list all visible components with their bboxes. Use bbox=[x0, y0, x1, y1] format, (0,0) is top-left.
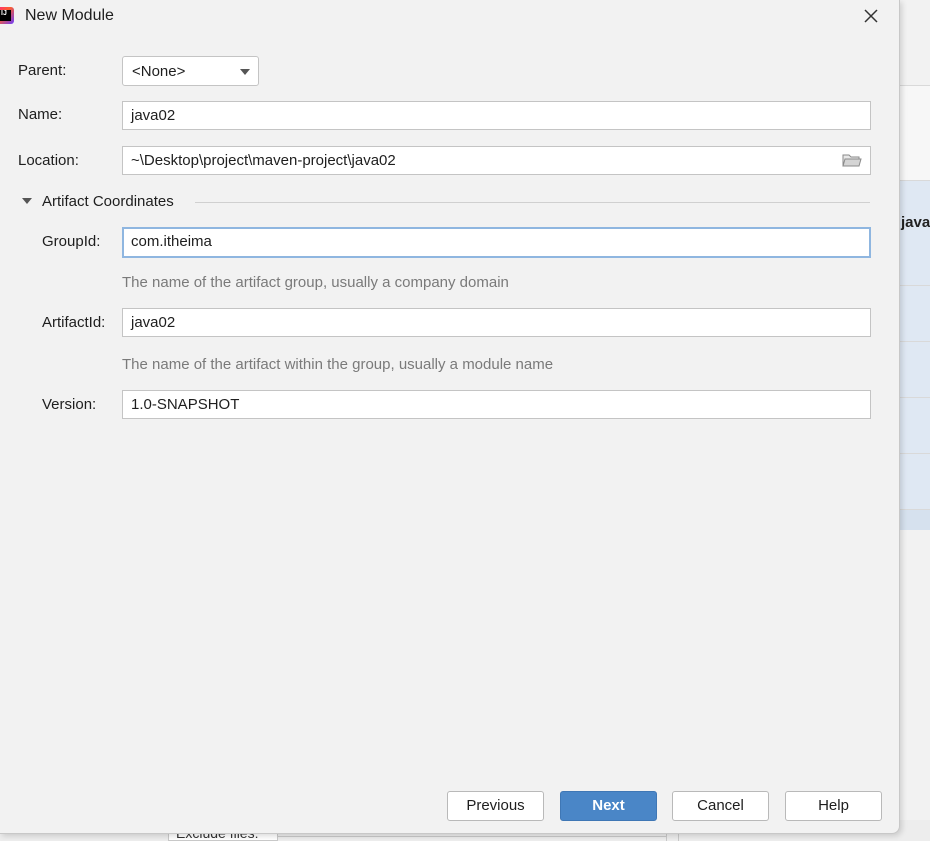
location-label: Location: bbox=[18, 152, 79, 169]
background-selected-row bbox=[900, 180, 930, 286]
help-button[interactable]: Help bbox=[785, 791, 882, 821]
artifactid-label: ArtifactId: bbox=[42, 314, 106, 331]
background-row-edge bbox=[900, 509, 930, 530]
triangle-down-icon bbox=[22, 198, 32, 204]
version-input[interactable]: 1.0-SNAPSHOT bbox=[122, 390, 871, 419]
location-value: ~\Desktop\project\maven-project\java02 bbox=[131, 152, 396, 169]
background-partial-text: java bbox=[901, 214, 930, 231]
window-title: New Module bbox=[25, 7, 114, 24]
section-divider bbox=[195, 202, 870, 203]
next-button[interactable]: Next bbox=[560, 791, 657, 821]
background-selected-row bbox=[900, 453, 930, 510]
groupid-label: GroupId: bbox=[42, 233, 101, 250]
name-input[interactable]: java02 bbox=[122, 101, 871, 130]
version-label: Version: bbox=[42, 396, 97, 413]
intellij-idea-icon: IJ bbox=[0, 7, 14, 24]
artifactid-hint: The name of the artifact within the grou… bbox=[122, 356, 554, 373]
background-selected-row bbox=[900, 285, 930, 342]
new-module-dialog: IJ New Module Parent: <None> Name: java0… bbox=[0, 0, 900, 834]
background-divider bbox=[278, 836, 666, 837]
folder-icon bbox=[842, 154, 862, 167]
name-label: Name: bbox=[18, 106, 63, 123]
title-bar[interactable]: IJ New Module bbox=[0, 0, 899, 34]
chevron-down-icon bbox=[240, 69, 250, 75]
background-selected-row bbox=[900, 341, 930, 398]
browse-folder-button[interactable] bbox=[842, 152, 864, 170]
cancel-button[interactable]: Cancel bbox=[672, 791, 769, 821]
close-button[interactable] bbox=[856, 2, 886, 30]
groupid-hint: The name of the artifact group, usually … bbox=[122, 274, 509, 291]
parent-label: Parent: bbox=[18, 62, 67, 79]
previous-button[interactable]: Previous bbox=[447, 791, 544, 821]
artifactid-input[interactable]: java02 bbox=[122, 308, 871, 337]
parent-selected-value: <None> bbox=[132, 63, 186, 80]
close-icon bbox=[864, 9, 878, 23]
artifact-coordinates-toggle[interactable]: Artifact Coordinates bbox=[18, 192, 870, 212]
location-input[interactable]: ~\Desktop\project\maven-project\java02 bbox=[122, 146, 871, 175]
parent-dropdown[interactable]: <None> bbox=[122, 56, 259, 86]
background-panel-band bbox=[900, 85, 930, 181]
section-title: Artifact Coordinates bbox=[42, 193, 174, 210]
background-selected-row bbox=[900, 397, 930, 454]
groupid-input[interactable]: com.itheima bbox=[122, 227, 871, 258]
